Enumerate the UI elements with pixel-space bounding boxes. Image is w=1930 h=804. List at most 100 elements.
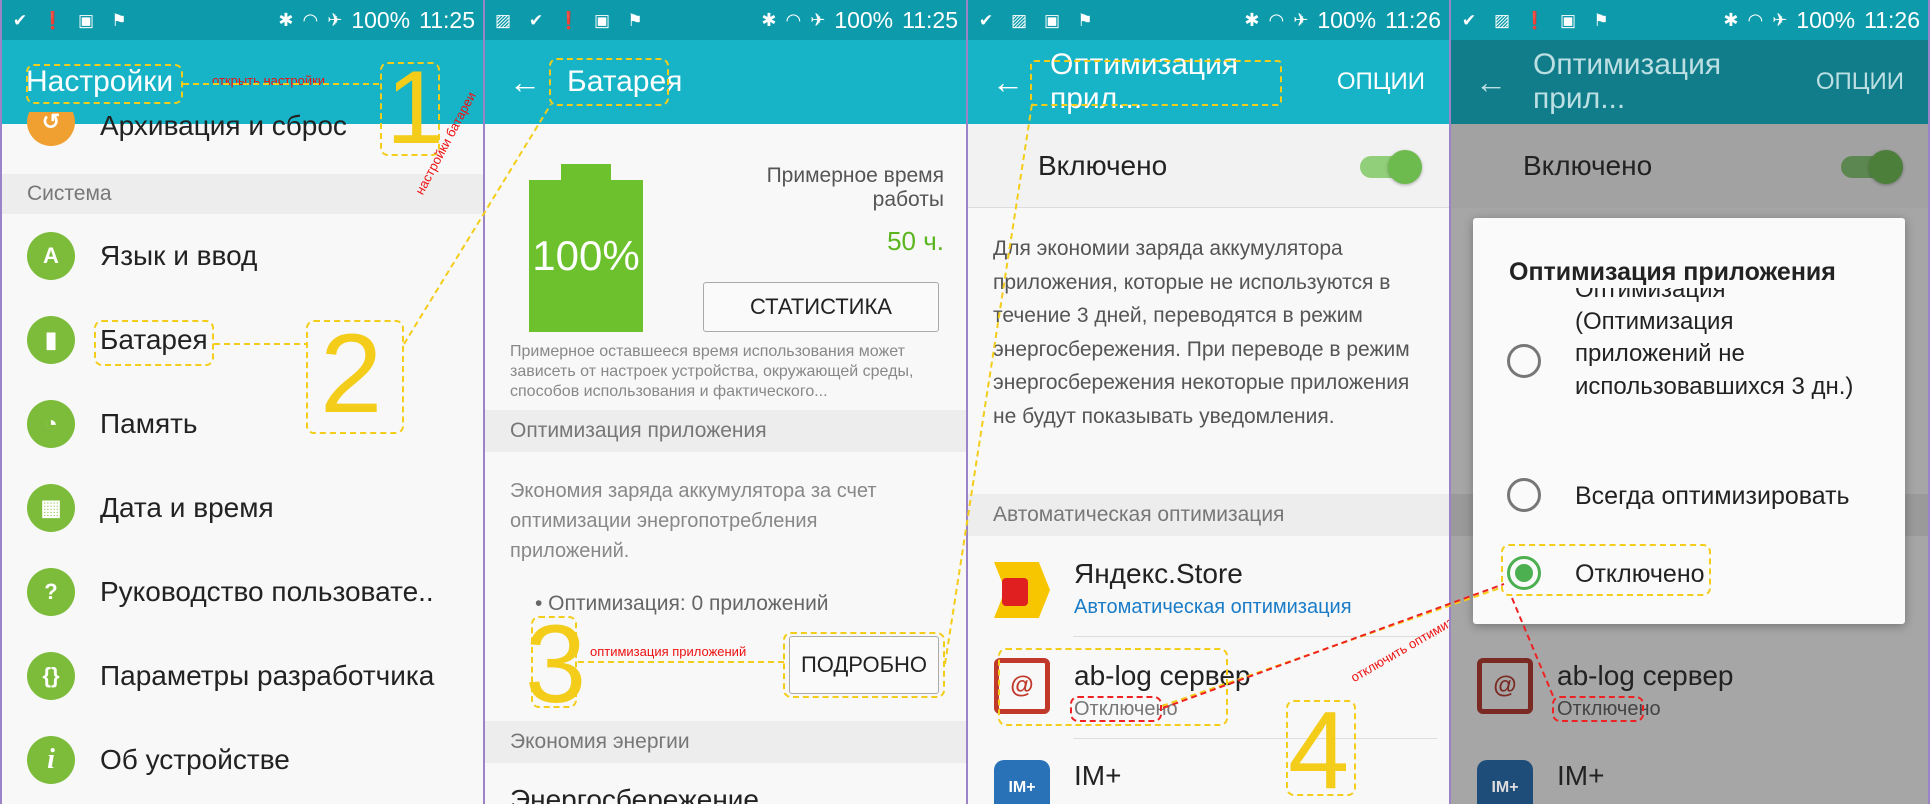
- settings-item-label: Об устройстве: [100, 744, 290, 775]
- app-row-implus: IM+ IM+: [1451, 746, 1928, 804]
- settings-item-label: Архивация и сброс: [100, 112, 347, 141]
- page-title: Оптимизация прил...: [1050, 48, 1239, 115]
- toggle-label: Включено: [1523, 150, 1653, 181]
- settings-item-about[interactable]: i Об устройстве: [2, 720, 483, 800]
- optimization-description: Для экономии заряда аккумулятора приложе…: [993, 237, 1410, 428]
- estimate-value: 50 ч.: [887, 226, 944, 256]
- section-header: Система: [2, 174, 483, 214]
- radio-button[interactable]: [1507, 344, 1541, 378]
- app-name: ab-log сервер: [1074, 660, 1251, 691]
- settings-item-storage[interactable]: ◔ Память: [2, 384, 483, 464]
- radio-label: Всегда оптимизировать: [1575, 482, 1850, 510]
- radio-label: (Оптимизация приложений не использовавши…: [1575, 308, 1854, 400]
- action-bar: ← Батарея: [485, 40, 966, 124]
- house-at-icon: @: [994, 658, 1050, 714]
- image-icon: ▨: [1010, 10, 1028, 30]
- battery-text: 100%: [351, 6, 411, 33]
- battery-text: 100%: [1796, 6, 1856, 33]
- app-name: IM+: [1074, 760, 1122, 791]
- toggle-label: Включено: [1038, 150, 1168, 181]
- settings-item-developer[interactable]: {} Параметры разработчика: [2, 636, 483, 716]
- airplane-icon: ✈: [1772, 9, 1788, 30]
- estimate-label: Примерное время работы: [766, 164, 944, 212]
- enabled-switch: [1841, 150, 1903, 184]
- airplane-icon: ✈: [1293, 9, 1309, 30]
- alert-icon: ❗: [42, 10, 64, 30]
- language-icon: A: [27, 232, 75, 280]
- app-row-yandex[interactable]: Яндекс.Store Автоматическая оптимизация: [968, 548, 1449, 638]
- options-button[interactable]: ОПЦИИ: [1816, 68, 1904, 96]
- battery-text: 100%: [1317, 6, 1377, 33]
- image-icon: ▨: [1493, 10, 1511, 30]
- settings-item-language[interactable]: A Язык и ввод: [2, 216, 483, 296]
- optimization-dialog: Оптимизация приложения Оптимизация (Опти…: [1473, 218, 1905, 624]
- app-row-implus[interactable]: IM+ IM+: [968, 746, 1449, 804]
- flag-icon: ⚑: [1077, 10, 1093, 30]
- radio-button-selected[interactable]: [1507, 556, 1541, 590]
- bluetooth-icon: ✱: [278, 9, 294, 30]
- implus-icon: IM+: [1477, 760, 1533, 804]
- enabled-switch[interactable]: [1360, 150, 1422, 184]
- back-arrow-icon[interactable]: ←: [509, 64, 541, 101]
- airplane-icon: ✈: [810, 9, 826, 30]
- check-icon: ✔: [1461, 10, 1477, 30]
- status-bar: ▨ ✔ ❗ ▣ ⚑ ✱ ◠ ✈ 100% 11:25: [485, 0, 966, 40]
- developer-icon: {}: [27, 652, 75, 700]
- panel-app-optimization: ✔ ▨ ▣ ⚑ ✱ ◠ ✈ 100% 11:26 ← Оптимизация прил... …: [968, 0, 1449, 804]
- tag-icon: [1002, 578, 1028, 606]
- action-bar: ← Оптимизация прил... ОПЦИИ: [1451, 40, 1928, 124]
- step-number-2: 2: [320, 311, 383, 436]
- panel-settings: ✔ ❗ ▣ ⚑ ✱ ◠ ✈ 100% 11:25 Настройки ↺ Архивация …: [2, 0, 483, 804]
- back-arrow-icon[interactable]: ←: [992, 64, 1024, 101]
- page-title: Батарея: [567, 65, 683, 98]
- app-row-ablog: @ ab-log сервер Отключено: [1451, 642, 1928, 732]
- wifi-icon: ◠: [785, 9, 802, 30]
- app-icon: ▣: [1559, 10, 1577, 30]
- bluetooth-icon: ✱: [1244, 9, 1260, 30]
- radio-button[interactable]: [1507, 478, 1541, 512]
- statistics-button[interactable]: СТАТИСТИКА: [703, 282, 939, 332]
- step-number-3: 3: [525, 603, 587, 726]
- status-bar: ✔ ▨ ❗ ▣ ⚑ ✱ ◠ ✈ 100% 11:26: [1451, 0, 1928, 40]
- airplane-icon: ✈: [327, 9, 343, 30]
- optimization-description: Экономия заряда аккумулятора за счет опт…: [510, 480, 877, 562]
- battery-level: 100%: [529, 180, 643, 332]
- settings-item-battery[interactable]: ▮ Батарея: [2, 300, 483, 380]
- flag-icon: ⚑: [627, 10, 643, 30]
- alert-icon: ❗: [1524, 10, 1546, 30]
- app-icon: ▣: [1043, 10, 1061, 30]
- radio-option-always[interactable]: Всегда оптимизировать: [1473, 470, 1905, 530]
- settings-item-manual[interactable]: ? Руководство пользовате..: [2, 552, 483, 632]
- app-status: Отключено: [1074, 698, 1178, 720]
- clock: 11:25: [419, 6, 475, 33]
- app-name: ab-log сервер: [1557, 660, 1734, 691]
- status-bar: ✔ ❗ ▣ ⚑ ✱ ◠ ✈ 100% 11:25: [2, 0, 483, 40]
- options-button[interactable]: ОПЦИИ: [1337, 68, 1425, 96]
- back-arrow-icon[interactable]: ←: [1475, 64, 1507, 101]
- status-bar: ✔ ▨ ▣ ⚑ ✱ ◠ ✈ 100% 11:26: [968, 0, 1449, 40]
- flag-icon: ⚑: [1593, 10, 1609, 30]
- section-header-optimization: Оптимизация приложения: [485, 410, 966, 452]
- check-icon: ✔: [528, 10, 544, 30]
- step-number-4: 4: [1288, 689, 1350, 804]
- implus-icon: IM+: [994, 760, 1050, 804]
- energy-saving-item[interactable]: Энергосбережение: [510, 784, 759, 804]
- radio-option-disabled[interactable]: Отключено: [1473, 548, 1905, 608]
- app-icon: ▣: [77, 10, 95, 30]
- storage-icon: ◔: [27, 400, 75, 448]
- app-icon: ▣: [593, 10, 611, 30]
- alert-icon: ❗: [558, 10, 580, 30]
- settings-item-label: Дата и время: [100, 492, 274, 523]
- battery-graphic: 100%: [529, 164, 643, 332]
- details-button[interactable]: ПОДРОБНО: [789, 636, 939, 694]
- wifi-icon: ◠: [302, 9, 319, 30]
- clock: 11:25: [902, 6, 958, 33]
- radio-option-optimize[interactable]: Оптимизация (Оптимизация приложений не и…: [1473, 288, 1905, 468]
- settings-item-datetime[interactable]: ▦ Дата и время: [2, 468, 483, 548]
- section-header-energy: Экономия энергии: [485, 721, 966, 763]
- bluetooth-icon: ✱: [761, 9, 777, 30]
- calendar-icon: ▦: [27, 484, 75, 532]
- app-name: IM+: [1557, 760, 1605, 791]
- action-bar: ← Оптимизация прил... ОПЦИИ: [968, 40, 1449, 124]
- toggle-row[interactable]: Включено: [968, 124, 1449, 208]
